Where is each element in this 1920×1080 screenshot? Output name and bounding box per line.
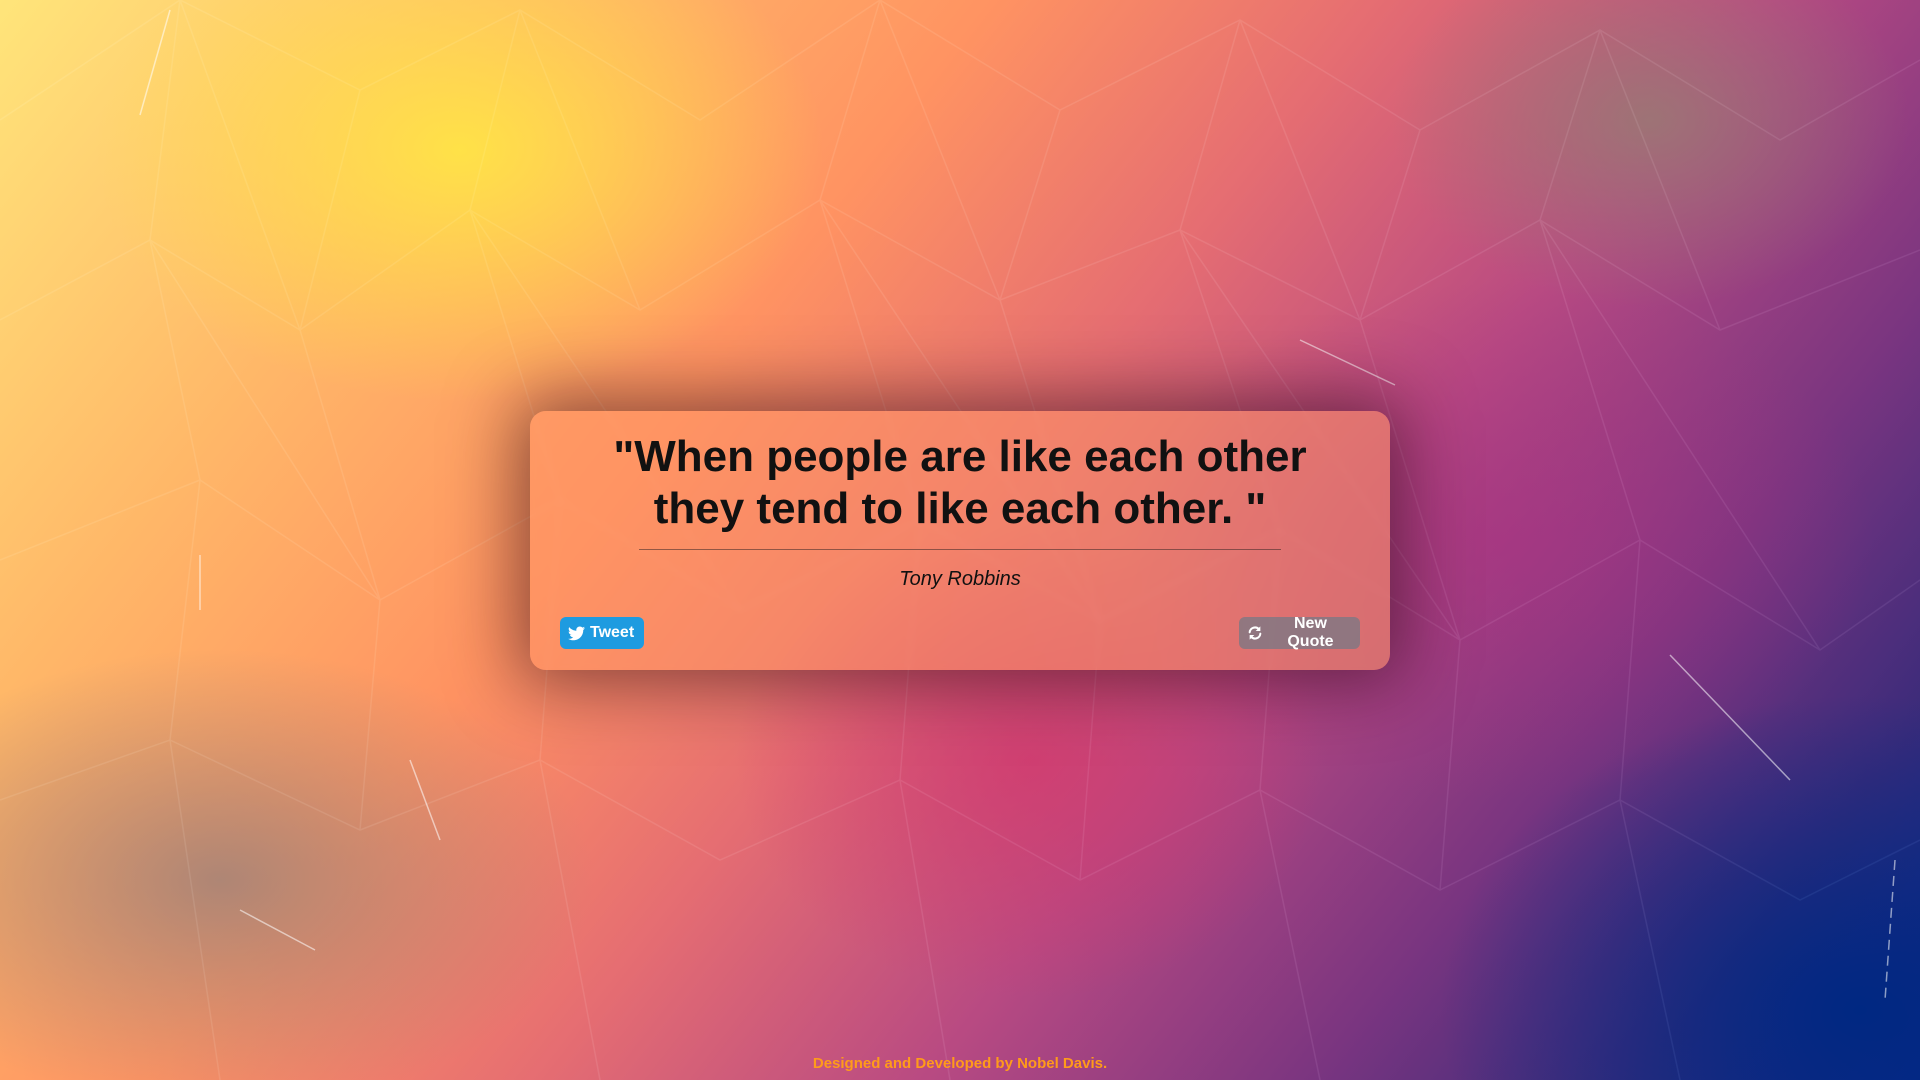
footer-credit: Designed and Developed by Nobel Davis. <box>812 1055 1108 1072</box>
quote-card: "When people are like each other they te… <box>530 411 1390 670</box>
twitter-icon <box>568 625 585 642</box>
refresh-icon <box>1247 625 1264 642</box>
new-quote-button[interactable]: New Quote <box>1239 615 1360 650</box>
tweet-button-label: Tweet <box>590 624 635 641</box>
tweet-button[interactable]: Tweet <box>560 617 644 649</box>
quote-divider <box>639 549 1281 550</box>
quote-text: "When people are like each other they te… <box>613 432 1307 533</box>
new-quote-button-label: New Quote <box>1287 615 1334 650</box>
quote-author: Tony Robbins <box>899 568 1021 590</box>
